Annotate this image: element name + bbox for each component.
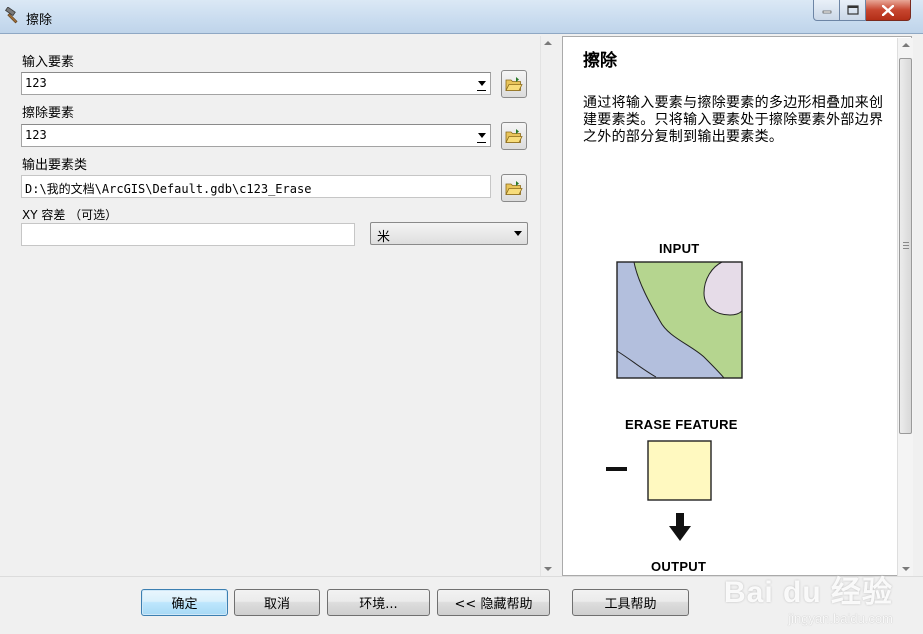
chevron-down-icon bbox=[514, 231, 522, 236]
output-class-value: D:\我的文档\ArcGIS\Default.gdb\c123_Erase bbox=[25, 182, 312, 196]
folder-open-icon bbox=[505, 181, 523, 195]
help-panel: 擦除 通过将输入要素与擦除要素的多边形相叠加来创建要素类。只将输入要素处于擦除要… bbox=[562, 36, 912, 576]
help-description: 通过将输入要素与擦除要素的多边形相叠加来创建要素类。只将输入要素处于擦除要素外部… bbox=[583, 95, 884, 145]
chevron-down-icon[interactable] bbox=[473, 125, 490, 146]
help-scrollbar-thumb[interactable] bbox=[899, 58, 912, 434]
erase-features-label: 擦除要素 bbox=[22, 106, 75, 121]
erase-features-browse-button[interactable] bbox=[501, 122, 527, 150]
minimize-button[interactable] bbox=[813, 0, 840, 21]
window-controls bbox=[813, 0, 911, 22]
unit-select[interactable]: 米 bbox=[370, 222, 528, 245]
maximize-button[interactable] bbox=[840, 0, 866, 21]
input-features-value: 123 bbox=[25, 76, 47, 90]
output-class-browse-button[interactable] bbox=[501, 174, 527, 202]
input-features-browse-button[interactable] bbox=[501, 70, 527, 98]
scroll-down-icon[interactable] bbox=[902, 567, 910, 571]
minus-icon bbox=[606, 467, 627, 471]
close-button[interactable] bbox=[866, 0, 911, 21]
folder-open-icon bbox=[505, 77, 523, 91]
erase-feature-figure bbox=[606, 440, 712, 501]
window-title: 擦除 bbox=[26, 13, 53, 28]
minimize-icon bbox=[822, 10, 831, 14]
folder-open-icon bbox=[505, 129, 523, 143]
unit-select-value: 米 bbox=[377, 230, 391, 245]
figure-erase-label: ERASE FEATURE bbox=[625, 417, 738, 432]
erase-features-value: 123 bbox=[25, 128, 47, 142]
button-bar: 确定 取消 环境... << 隐藏帮助 工具帮助 bbox=[0, 576, 923, 634]
xy-tolerance-field[interactable] bbox=[21, 223, 355, 246]
title-bar: 擦除 bbox=[0, 0, 923, 34]
input-features-combo[interactable]: 123 bbox=[21, 72, 491, 95]
output-class-label: 输出要素类 bbox=[22, 158, 88, 173]
help-scrollbar[interactable] bbox=[897, 38, 913, 576]
hide-help-button[interactable]: << 隐藏帮助 bbox=[437, 589, 550, 616]
xy-tolerance-label: XY 容差 （可选） bbox=[22, 208, 118, 222]
erase-square bbox=[647, 440, 712, 501]
figure-output-label: OUTPUT bbox=[651, 559, 707, 574]
chevron-down-icon[interactable] bbox=[473, 73, 490, 94]
close-icon bbox=[882, 4, 894, 16]
scroll-down-icon[interactable] bbox=[544, 567, 552, 571]
maximize-icon bbox=[846, 5, 859, 15]
scroll-up-icon[interactable] bbox=[544, 41, 552, 45]
arrow-down-icon bbox=[669, 513, 691, 541]
environments-button[interactable]: 环境... bbox=[327, 589, 430, 616]
help-title: 擦除 bbox=[583, 51, 617, 71]
parameters-panel: 输入要素 123 擦除要素 123 输出要素类 D:\我的文档\ArcGIS\D… bbox=[2, 36, 555, 576]
hammer-icon bbox=[5, 7, 18, 24]
input-features-label: 输入要素 bbox=[22, 55, 75, 70]
output-class-field[interactable]: D:\我的文档\ArcGIS\Default.gdb\c123_Erase bbox=[21, 175, 491, 198]
input-polygons-figure bbox=[616, 261, 743, 379]
scroll-up-icon[interactable] bbox=[902, 43, 910, 47]
erase-features-combo[interactable]: 123 bbox=[21, 124, 491, 147]
figure-input-label: INPUT bbox=[659, 241, 700, 256]
ok-button[interactable]: 确定 bbox=[141, 589, 228, 616]
parameters-scrollbar[interactable] bbox=[540, 36, 555, 576]
cancel-button[interactable]: 取消 bbox=[234, 589, 320, 616]
tool-help-button[interactable]: 工具帮助 bbox=[572, 589, 689, 616]
dialog-body: 输入要素 123 擦除要素 123 输出要素类 D:\我的文档\ArcGIS\D… bbox=[0, 34, 923, 634]
